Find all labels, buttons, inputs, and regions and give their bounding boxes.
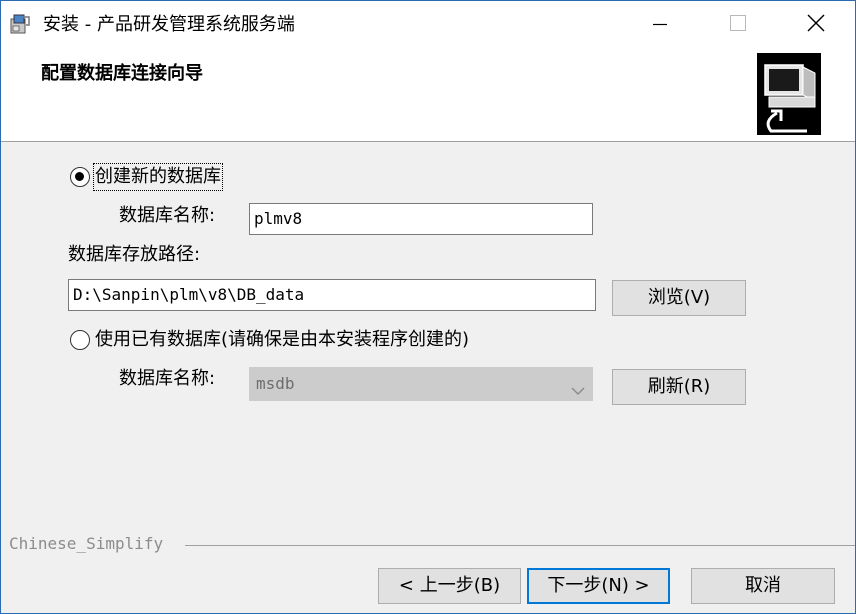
window-title: 安装 - 产品研发管理系统服务端 (43, 14, 295, 35)
minimize-button[interactable] (621, 1, 699, 49)
new-db-name-label: 数据库名称: (119, 205, 216, 226)
close-icon (807, 14, 825, 36)
existing-db-name-label: 数据库名称: (119, 368, 216, 389)
create-new-db-radio[interactable] (70, 167, 90, 187)
chevron-down-icon (570, 377, 586, 395)
refresh-button[interactable]: 刷新(R) (612, 369, 746, 405)
page-title: 配置数据库连接向导 (41, 63, 203, 84)
maximize-button[interactable] (699, 1, 777, 49)
installer-icon (9, 13, 31, 35)
installer-window: 安装 - 产品研发管理系统服务端 配置数据库连接向导 创建新的数据库 数据库名称… (0, 0, 856, 614)
wizard-header: 配置数据库连接向导 (1, 49, 855, 142)
minimize-icon (653, 16, 667, 35)
title-bar[interactable]: 安装 - 产品研发管理系统服务端 (1, 1, 855, 49)
computer-setup-icon (757, 53, 821, 135)
db-path-input[interactable]: D:\Sanpin\plm\v8\DB_data (68, 279, 596, 311)
footer-divider (185, 545, 855, 546)
next-button[interactable]: 下一步(N) > (527, 568, 670, 604)
back-button[interactable]: < 上一步(B) (378, 568, 521, 604)
close-button[interactable] (777, 1, 855, 49)
db-path-label: 数据库存放路径: (68, 244, 201, 265)
cancel-button[interactable]: 取消 (691, 568, 835, 604)
existing-db-select[interactable]: msdb (249, 367, 593, 401)
existing-db-value: msdb (256, 374, 295, 393)
browse-button[interactable]: 浏览(V) (612, 280, 746, 316)
new-db-name-input[interactable]: plmv8 (249, 203, 593, 235)
brand-label: Chinese_Simplify (9, 534, 164, 553)
maximize-icon (730, 15, 746, 35)
use-existing-db-radio[interactable] (70, 330, 90, 350)
use-existing-db-label[interactable]: 使用已有数据库(请确保是由本安装程序创建的) (95, 328, 469, 352)
create-new-db-label[interactable]: 创建新的数据库 (93, 163, 223, 191)
